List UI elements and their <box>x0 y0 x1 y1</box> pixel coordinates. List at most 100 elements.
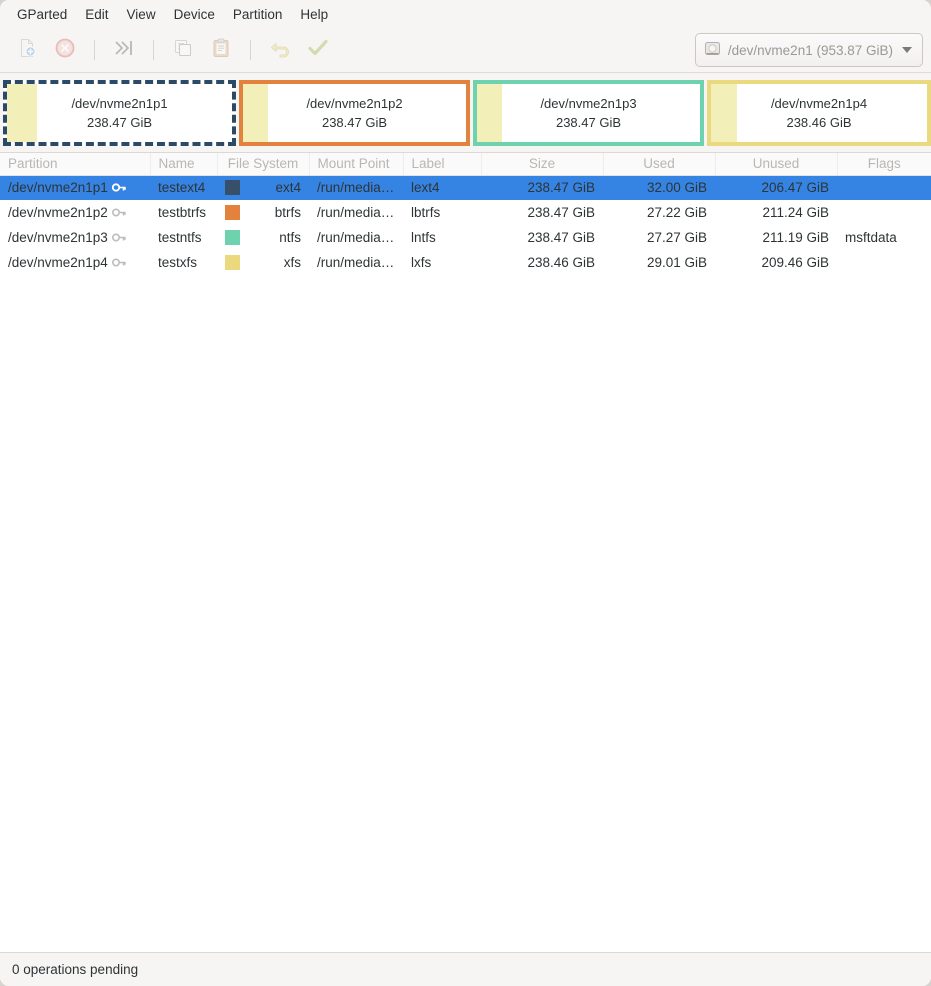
column-header-used[interactable]: Used <box>603 153 716 176</box>
table-row[interactable]: /dev/nvme2n1p4 testxfs xfs /run/media… l… <box>0 250 931 275</box>
cell-label: lntfs <box>411 230 436 245</box>
disk-graphic: /dev/nvme2n1p1 238.47 GiB /dev/nvme2n1p2… <box>0 73 931 153</box>
key-icon <box>111 181 127 194</box>
disk-partition-3-size: 238.47 GiB <box>555 114 622 130</box>
cell-label: lxfs <box>411 255 432 270</box>
column-header-filesystem[interactable]: File System <box>217 153 310 176</box>
cell-size: 238.47 GiB <box>527 205 595 220</box>
key-icon <box>111 206 127 219</box>
delete-partition-icon <box>54 37 76 64</box>
menu-partition[interactable]: Partition <box>224 4 292 25</box>
cell-used: 27.22 GiB <box>646 205 707 220</box>
cell-used: 29.01 GiB <box>646 255 707 270</box>
cell-size: 238.47 GiB <box>481 175 603 200</box>
cell-mountpoint: /run/media… <box>317 255 395 270</box>
status-bar: 0 operations pending <box>0 952 931 986</box>
toolbar-separator-3 <box>250 40 251 60</box>
cell-name: testext4 <box>150 175 217 200</box>
paste-button[interactable] <box>202 34 240 66</box>
pending-operations-text: 0 operations pending <box>12 962 139 977</box>
column-header-flags[interactable]: Flags <box>837 153 931 176</box>
harddisk-icon <box>704 40 721 60</box>
disk-partition-1-name: /dev/nvme2n1p1 <box>71 95 168 111</box>
cell-label: lbtrfs <box>411 205 441 220</box>
cell-mountpoint: /run/media… <box>317 230 395 245</box>
device-selector-label: /dev/nvme2n1 (953.87 GiB) <box>727 42 893 58</box>
filesystem-name: ntfs <box>279 230 301 245</box>
disk-partition-2[interactable]: /dev/nvme2n1p2 238.47 GiB <box>239 79 470 146</box>
menu-gparted[interactable]: GParted <box>8 4 76 25</box>
cell-unused: 206.47 GiB <box>715 175 837 200</box>
partition-table: Partition Name File System Mount Point L… <box>0 153 931 275</box>
toolbar-separator-2 <box>153 40 154 60</box>
cell-name: testxfs <box>158 255 198 270</box>
cell-name: testntfs <box>158 230 202 245</box>
menu-device[interactable]: Device <box>165 4 224 25</box>
chevron-down-icon <box>902 47 912 53</box>
menu-help[interactable]: Help <box>291 4 337 25</box>
copy-button[interactable] <box>164 34 202 66</box>
toolbar-separator-1 <box>94 40 95 60</box>
table-row[interactable]: /dev/nvme2n1p2 testbtrfs btrfs /run/medi… <box>0 200 931 225</box>
cell-used: 27.27 GiB <box>646 230 707 245</box>
disk-partition-1[interactable]: /dev/nvme2n1p1 238.47 GiB <box>3 79 236 146</box>
column-header-mountpoint[interactable]: Mount Point <box>309 153 404 176</box>
partition-path: /dev/nvme2n1p4 <box>8 255 108 270</box>
resize-move-icon <box>112 37 136 64</box>
cell-filesystem: ext4 <box>217 175 309 200</box>
resize-move-button[interactable] <box>105 34 143 66</box>
cell-label: lext4 <box>403 175 481 200</box>
filesystem-name: btrfs <box>274 205 301 220</box>
disk-partition-4[interactable]: /dev/nvme2n1p4 238.46 GiB <box>707 79 931 146</box>
cell-mountpoint: /run/media… <box>317 205 395 220</box>
partition-table-container: Partition Name File System Mount Point L… <box>0 153 931 952</box>
new-partition-button[interactable] <box>8 34 46 66</box>
menu-edit[interactable]: Edit <box>76 4 117 25</box>
partition-path: /dev/nvme2n1p1 <box>8 180 108 196</box>
cell-filesystem: xfs <box>217 250 309 275</box>
cell-used: 32.00 GiB <box>603 175 715 200</box>
cell-unused: 211.19 GiB <box>762 230 829 245</box>
table-row[interactable]: /dev/nvme2n1p3 testntfs ntfs /run/media…… <box>0 225 931 250</box>
filesystem-color-swatch <box>225 255 240 270</box>
undo-icon <box>268 37 292 64</box>
cell-partition: /dev/nvme2n1p3 <box>0 225 150 250</box>
disk-partition-2-text: /dev/nvme2n1p2 238.47 GiB <box>243 94 466 132</box>
partition-path: /dev/nvme2n1p2 <box>8 205 108 220</box>
disk-partition-4-text: /dev/nvme2n1p4 238.46 GiB <box>711 94 927 132</box>
disk-partition-2-size: 238.47 GiB <box>321 114 388 130</box>
column-header-name[interactable]: Name <box>150 153 218 176</box>
undo-button[interactable] <box>261 34 299 66</box>
cell-unused: 209.46 GiB <box>761 255 829 270</box>
cell-size: 238.46 GiB <box>527 255 595 270</box>
menu-view[interactable]: View <box>118 4 165 25</box>
cell-filesystem: ntfs <box>217 225 309 250</box>
filesystem-color-swatch <box>225 230 240 245</box>
key-icon <box>111 256 127 269</box>
column-header-size[interactable]: Size <box>481 153 604 176</box>
toolbar: /dev/nvme2n1 (953.87 GiB) <box>0 28 931 73</box>
cell-partition: /dev/nvme2n1p4 <box>0 250 150 275</box>
cell-partition: /dev/nvme2n1p1 <box>0 175 150 200</box>
disk-partition-2-name: /dev/nvme2n1p2 <box>306 95 403 111</box>
partition-table-header: Partition Name File System Mount Point L… <box>0 153 931 176</box>
table-row[interactable]: /dev/nvme2n1p1 testext4 ext4 /run/media…… <box>0 175 931 200</box>
partition-path: /dev/nvme2n1p3 <box>8 230 108 245</box>
disk-partition-3-text: /dev/nvme2n1p3 238.47 GiB <box>477 94 700 132</box>
cell-partition: /dev/nvme2n1p2 <box>0 200 150 225</box>
new-partition-icon <box>16 37 38 64</box>
disk-partition-3[interactable]: /dev/nvme2n1p3 238.47 GiB <box>473 79 704 146</box>
partition-table-body: /dev/nvme2n1p1 testext4 ext4 /run/media…… <box>0 175 931 275</box>
cell-flags: msftdata <box>845 230 897 245</box>
delete-partition-button[interactable] <box>46 34 84 66</box>
cell-flags <box>837 200 931 225</box>
apply-button[interactable] <box>299 34 337 66</box>
column-header-partition[interactable]: Partition <box>0 153 151 176</box>
menu-bar: GParted Edit View Device Partition Help <box>0 0 931 28</box>
filesystem-color-swatch <box>225 205 240 220</box>
column-header-unused[interactable]: Unused <box>715 153 838 176</box>
cell-name: testbtrfs <box>158 205 207 220</box>
device-selector[interactable]: /dev/nvme2n1 (953.87 GiB) <box>694 33 923 67</box>
disk-partition-4-size: 238.46 GiB <box>786 114 852 130</box>
column-header-label[interactable]: Label <box>403 153 482 176</box>
